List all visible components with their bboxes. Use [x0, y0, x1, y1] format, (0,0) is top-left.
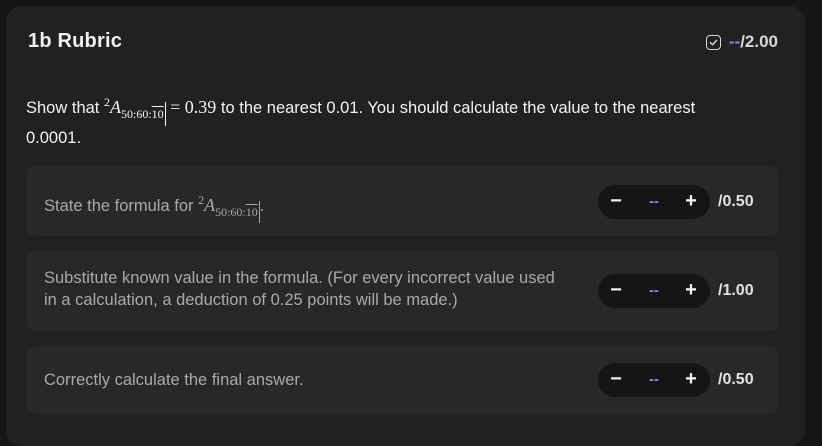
total-score: --/2.00 — [705, 32, 778, 52]
score-stepper-1: − -- + — [598, 185, 710, 219]
criterion-max-3: /0.50 — [718, 371, 754, 388]
increment-button[interactable]: + — [681, 363, 701, 397]
increment-button[interactable]: + — [681, 185, 701, 219]
rubric-panel: 1b Rubric --/2.00 Show that 2A50:60:10 =… — [6, 6, 805, 446]
score-value[interactable]: -- — [639, 185, 669, 219]
criterion-card-3: Correctly calculate the final answer. − … — [27, 345, 778, 415]
criterion-max-1: /0.50 — [718, 193, 754, 210]
decrement-button[interactable]: − — [606, 274, 626, 308]
criterion-card-1: State the formula for 2A50:60:10. − -- +… — [27, 166, 778, 236]
decrement-button[interactable]: − — [606, 185, 626, 219]
criterion-card-2: Substitute known value in the formula. (… — [27, 250, 778, 331]
score-stepper-2: − -- + — [598, 274, 710, 308]
score-stepper-3: − -- + — [598, 363, 710, 397]
criterion-text-1: State the formula for 2A50:60:10. — [44, 189, 264, 223]
total-score-value: -- — [728, 32, 741, 51]
increment-button[interactable]: + — [681, 274, 701, 308]
rubric-title: 1b Rubric — [28, 30, 123, 52]
score-value[interactable]: -- — [639, 274, 669, 308]
question-text: Show that 2A50:60:10 = 0.39 to the neare… — [26, 95, 696, 147]
criterion-text-2: Substitute known value in the formula. (… — [44, 269, 555, 309]
total-score-max: /2.00 — [740, 32, 778, 51]
score-value[interactable]: -- — [639, 363, 669, 397]
decrement-button[interactable]: − — [606, 363, 626, 397]
question-formula: 2A50:60:10 = 0.39 — [104, 95, 216, 126]
checkbox-icon[interactable] — [705, 34, 721, 50]
criterion-max-2: /1.00 — [718, 282, 754, 299]
checkmark-icon — [709, 39, 718, 45]
criterion-text-3: Correctly calculate the final answer. — [44, 371, 304, 389]
